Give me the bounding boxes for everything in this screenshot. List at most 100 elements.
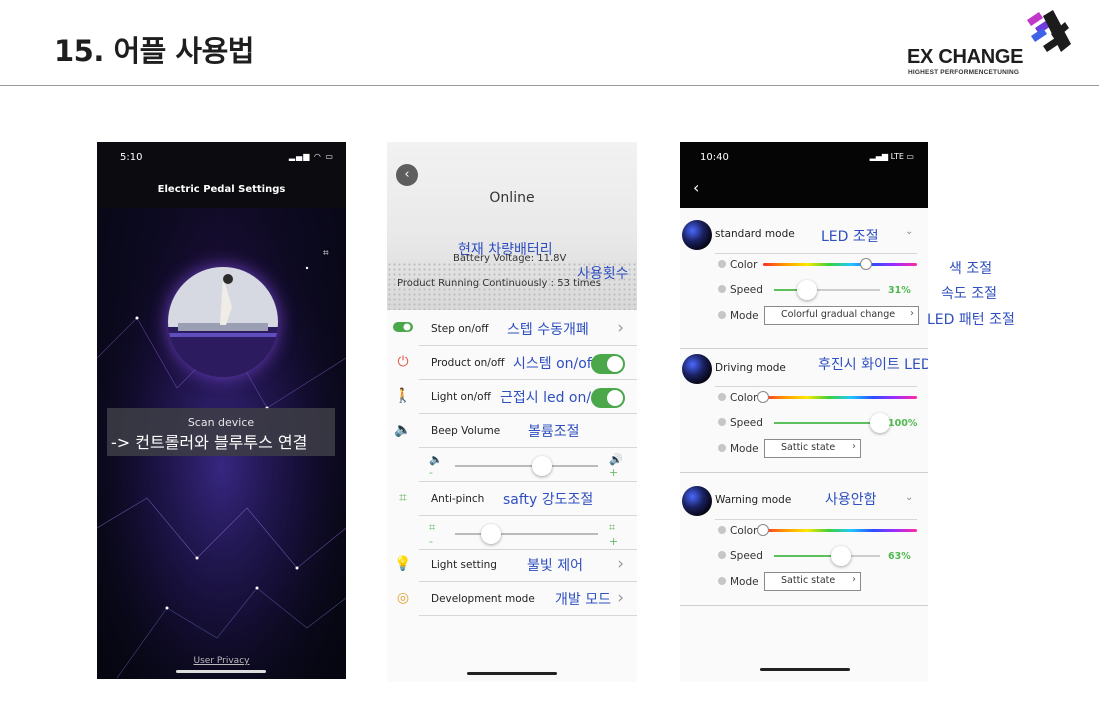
row-annotation: 시스템 on/off [513, 356, 597, 372]
chevron-right-icon: › [617, 318, 624, 338]
warning-mode-header[interactable]: Warning mode 사용안함 ⌄ [680, 486, 928, 520]
mode-name: standard mode [715, 228, 795, 240]
row-label: Beep Volume [431, 425, 501, 437]
row-label: Development mode [431, 593, 535, 605]
chevron-down-icon: ⌄ [905, 226, 914, 237]
anti-pinch-icon: ⌗ [399, 490, 407, 506]
mode-annotation: LED 조절 [821, 229, 879, 245]
color-slider-thumb[interactable] [757, 391, 769, 403]
chevron-right-icon: › [852, 441, 856, 452]
light-toggle[interactable] [591, 388, 625, 408]
color-slider[interactable] [763, 263, 917, 266]
slider-thumb[interactable] [532, 456, 553, 476]
color-label: Color [718, 259, 757, 271]
chevron-down-icon: ⌄ [905, 492, 914, 503]
color-slider[interactable] [763, 396, 917, 399]
color-annotation: 색 조절 [949, 261, 993, 277]
logo-subtitle: HIGHEST PERFORMENCETUNING [908, 69, 1020, 76]
row-beep-volume: 🔈 Beep Volume 볼륨조절 [387, 414, 637, 448]
chevron-right-icon: › [617, 588, 624, 608]
color-slider-thumb[interactable] [757, 524, 769, 536]
section-divider [680, 605, 928, 606]
row-annotation: 개발 모드 [555, 592, 611, 608]
chevron-right-icon: › [852, 574, 856, 585]
beep-volume-slider[interactable]: 🔈 - 🔊 + [419, 448, 637, 482]
section-divider [680, 472, 928, 473]
toggle-icon [393, 321, 413, 339]
section-divider [680, 348, 928, 349]
row-light-setting[interactable]: 💡 Light setting 불빛 제어 › [387, 548, 637, 582]
chevron-right-icon: › [910, 308, 914, 319]
volume-low-icon: 🔈 - [429, 453, 443, 479]
pattern-select[interactable]: Colorful gradual change › [764, 306, 919, 325]
speed-percent: 63% [888, 551, 911, 562]
row-label: Light setting [431, 559, 497, 571]
row-development-mode[interactable]: ◎ Development mode 개발 모드 › [387, 582, 637, 616]
slider-track [455, 465, 598, 467]
row-label: Anti-pinch [431, 493, 485, 505]
driving-mode-header[interactable]: Driving mode 후진시 화이트 LED조절 [680, 354, 928, 388]
row-divider [715, 519, 917, 520]
speed-slider-thumb[interactable] [830, 546, 851, 566]
scan-device-label: Scan device [187, 416, 255, 429]
color-slider[interactable] [763, 529, 917, 532]
mode-name: Warning mode [715, 494, 792, 506]
product-toggle[interactable] [591, 354, 625, 374]
speed-label: Speed [718, 417, 763, 429]
back-button[interactable]: ‹ [396, 164, 418, 186]
battery-voltage: Battery Voltage: 11.8V [453, 253, 567, 264]
color-slider-thumb[interactable] [860, 258, 873, 270]
user-privacy-link[interactable]: User Privacy [97, 656, 346, 666]
speed-label: Speed [718, 284, 763, 296]
slider-thumb[interactable] [480, 524, 501, 544]
row-divider [715, 386, 917, 387]
running-annotation: 사용횟수 [577, 266, 629, 282]
speed-percent: 100% [888, 418, 918, 429]
phone-screen-scan: 5:10 ▂▄▆ ◠ ▭ Electric Pedal Settings ⌗ S… [97, 142, 346, 679]
brand-logo: EX CHANGE HIGHEST PERFORMENCETUNING [905, 8, 1080, 80]
mode-disc-icon [682, 354, 712, 384]
mode-disc-icon [682, 220, 712, 250]
mode-disc-icon [682, 486, 712, 516]
home-indicator [760, 668, 850, 671]
home-indicator [176, 670, 266, 673]
row-label: Product on/off [431, 357, 505, 369]
mode-annotation: 후진시 화이트 LED조절 [818, 357, 928, 373]
mode-label: Mode [718, 443, 759, 455]
speed-annotation: 속도 조절 [941, 286, 997, 302]
back-button[interactable]: ‹ [693, 178, 699, 197]
phone-screen-light-setting: 10:40 ▂▄▆ LTE ▭ ‹ standard mode LED 조절 ⌄… [680, 142, 928, 682]
row-product-on-off: ⏻ Product on/off 시스템 on/off [387, 346, 637, 380]
status-icons: ▂▄▆ LTE ▭ [869, 152, 914, 161]
row-annotation: 볼륨조절 [528, 424, 580, 440]
standard-mode-header[interactable]: standard mode LED 조절 ⌄ [680, 220, 928, 254]
mode-name: Driving mode [715, 362, 786, 374]
row-step-on-off[interactable]: Step on/off 스텝 수동개폐 › [387, 312, 637, 346]
volume-high-icon: 🔊 + [609, 453, 623, 479]
mode-annotation: 사용안함 [825, 492, 877, 508]
speed-slider-thumb[interactable] [870, 413, 890, 433]
speed-label: Speed [718, 550, 763, 562]
row-annotation: 스텝 수동개폐 [507, 322, 589, 338]
walking-person-icon: 🚶 [394, 388, 412, 404]
chevron-right-icon: › [617, 554, 624, 574]
logo-text: EX CHANGE [907, 46, 1024, 68]
pattern-select[interactable]: Sattic state › [764, 572, 861, 591]
pinch-low-icon: ⌗ - [429, 521, 436, 548]
pattern-select[interactable]: Sattic state › [764, 439, 861, 458]
product-photo [168, 267, 278, 377]
row-light-on-off: 🚶 Light on/off 근접시 led on/off [387, 380, 637, 414]
speed-slider-thumb[interactable] [796, 280, 817, 300]
pinch-high-icon: ⌗ + [609, 521, 619, 548]
row-annotation: 불빛 제어 [527, 558, 583, 574]
speaker-icon: 🔈 [394, 422, 412, 438]
status-time: 10:40 [700, 152, 729, 163]
lightbulb-icon: 💡 [394, 556, 412, 572]
speed-fill [774, 422, 880, 424]
speed-percent: 31% [888, 285, 911, 296]
phone3-header: 10:40 ▂▄▆ LTE ▭ ‹ [680, 142, 928, 208]
translate-icon[interactable]: ⌗ [323, 248, 329, 259]
row-divider [715, 253, 917, 254]
anti-pinch-slider[interactable]: ⌗ - ⌗ + [419, 516, 637, 550]
row-annotation: safty 강도조절 [503, 492, 594, 508]
